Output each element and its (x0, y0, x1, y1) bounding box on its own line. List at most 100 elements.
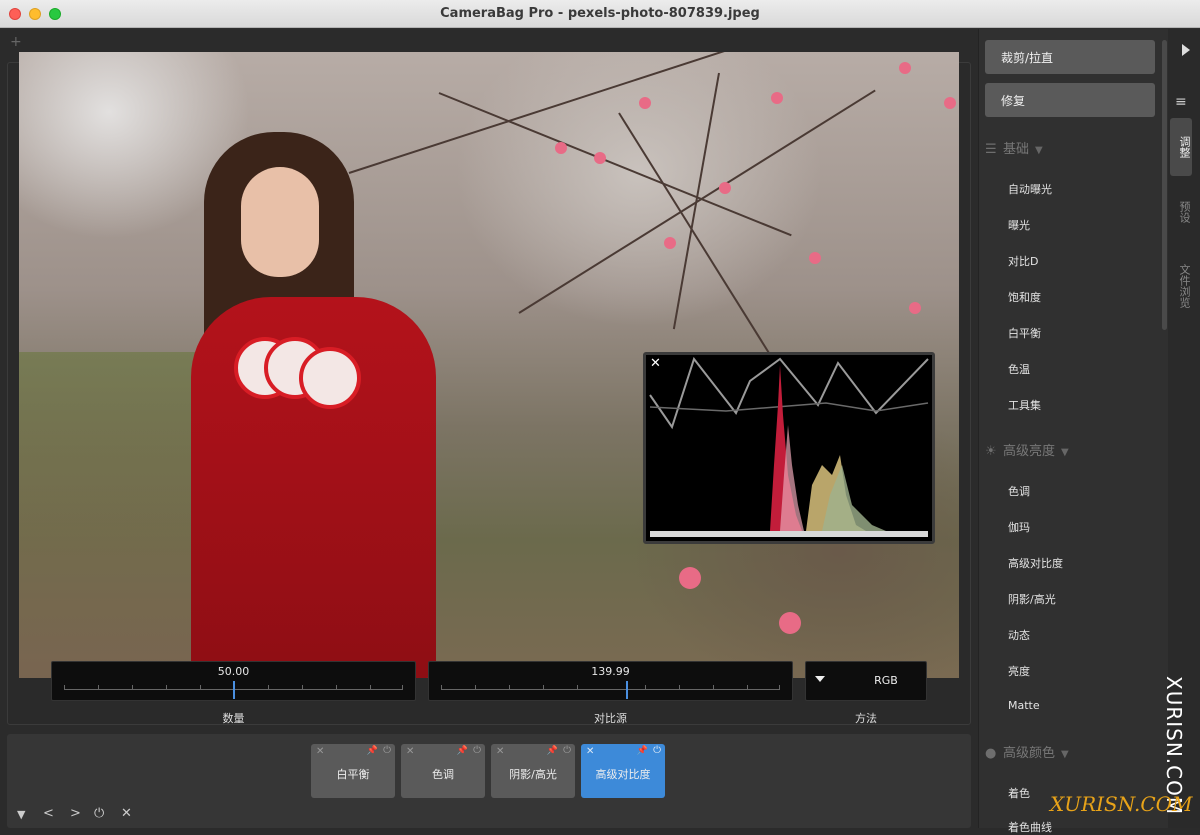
section-title: 基础 (1003, 142, 1030, 157)
palette-icon: ● (985, 746, 997, 761)
method-label: 方法 (855, 712, 877, 725)
chevron-down-icon: ▼ (1061, 447, 1069, 458)
amount-label: 数量 (222, 712, 245, 725)
play-icon[interactable] (1182, 44, 1190, 56)
stack-menu-icon[interactable]: ▼ (17, 808, 25, 821)
slider-tick (679, 685, 680, 690)
tile-pin-icon[interactable]: 📌 (547, 746, 558, 756)
slider-tick (98, 685, 99, 690)
slider-tick (747, 685, 748, 690)
repair-button[interactable]: 修复 (985, 83, 1155, 117)
chevron-down-icon: ▼ (1061, 749, 1069, 760)
tab-adjustments[interactable]: 调整 (1170, 118, 1192, 176)
sidebar-item-auto-exposure[interactable]: 自动曝光 (1008, 181, 1052, 197)
tab-presets[interactable]: 预设 (1170, 192, 1192, 232)
tile-power-icon[interactable]: ⏻ (383, 745, 391, 756)
tile-power-icon[interactable]: ⏻ (473, 745, 481, 756)
sidebar-scrollbar[interactable] (1162, 40, 1167, 330)
tile-pin-icon[interactable]: 📌 (637, 746, 648, 756)
contrast-source-slider[interactable]: 139.99 (428, 661, 793, 701)
tile-remove-icon[interactable]: ✕ (586, 746, 594, 757)
photo-blossom (899, 62, 911, 74)
sidebar-item-shadows-highlights[interactable]: 阴影/高光 (1008, 591, 1056, 607)
section-advanced-color-header[interactable]: ● 高级颜色 ▼ (985, 742, 1069, 761)
slider-tick (200, 685, 201, 690)
menu-icon[interactable]: ≡ (1175, 94, 1187, 110)
photo-branch (438, 92, 792, 237)
tile-tone[interactable]: ✕ 📌 ⏻ 色调 (401, 744, 485, 798)
tile-label: 阴影/高光 (509, 768, 557, 781)
sidebar-item-exposure[interactable]: 曝光 (1008, 217, 1030, 233)
photo-blossom (639, 97, 651, 109)
amount-slider[interactable]: 50.00 (51, 661, 416, 701)
previous-icon[interactable]: < (43, 806, 54, 821)
sidebar-item-tint-curves[interactable]: 着色曲线 (1008, 819, 1052, 835)
slider-tick (713, 685, 714, 690)
slider-tick (268, 685, 269, 690)
sidebar-item-dynamics[interactable]: 动态 (1008, 627, 1030, 643)
section-advanced-brightness-header[interactable]: ☀ 高级亮度 ▼ (985, 440, 1069, 459)
contrast-source-label: 对比源 (594, 712, 627, 725)
histogram-graph (649, 356, 929, 537)
method-dropdown[interactable]: RGB (805, 661, 927, 701)
add-tab-button[interactable]: + (10, 34, 22, 50)
sidebar-item-white-balance[interactable]: 白平衡 (1008, 325, 1041, 341)
window-title: CameraBag Pro - pexels-photo-807839.jpeg (440, 6, 760, 21)
photo-branch (348, 52, 749, 174)
tab-file-browser[interactable]: 文件浏览 (1170, 256, 1192, 316)
tile-label: 色调 (432, 768, 454, 781)
slider-tick (370, 685, 371, 690)
toggle-power-icon[interactable]: ⏻ (94, 806, 104, 821)
sidebar-item-tint[interactable]: 着色 (1008, 785, 1030, 801)
sidebar-item-matte[interactable]: Matte (1008, 699, 1040, 712)
tile-advanced-contrast[interactable]: ✕ 📌 ⏻ 高级对比度 (581, 744, 665, 798)
section-basic-header[interactable]: ☰ 基础 ▼ (985, 138, 1043, 157)
sidebar-item-contrast[interactable]: 对比D (1008, 253, 1038, 269)
sidebar-item-color-temp[interactable]: 色温 (1008, 361, 1030, 377)
photo-blossom (771, 92, 783, 104)
adjustments-sidebar: 裁剪/拉直 修复 ☰ 基础 ▼ 自动曝光 曝光 对比D 饱和度 白平衡 色温 工具集… (978, 29, 1168, 834)
tile-remove-icon[interactable]: ✕ (496, 746, 504, 757)
histogram-close-icon[interactable]: ✕ (650, 357, 661, 370)
photo-blossom (944, 97, 956, 109)
slider-tick (302, 685, 303, 690)
sidebar-item-toolset[interactable]: 工具集 (1008, 397, 1041, 413)
slider-tick (336, 685, 337, 690)
tile-shadows-highlights[interactable]: ✕ 📌 ⏻ 阴影/高光 (491, 744, 575, 798)
next-icon[interactable]: > (70, 806, 81, 821)
slider-tick (64, 685, 65, 690)
tile-power-icon[interactable]: ⏻ (563, 745, 571, 756)
photo-blossom (594, 152, 606, 164)
tile-remove-icon[interactable]: ✕ (406, 746, 414, 757)
dropdown-arrow-icon (815, 676, 825, 682)
sidebar-item-gamma[interactable]: 伽玛 (1008, 519, 1030, 535)
slider-tick (577, 685, 578, 690)
tile-pin-icon[interactable]: 📌 (367, 746, 378, 756)
sidebar-item-advanced-contrast[interactable]: 高级对比度 (1008, 555, 1063, 571)
tile-label: 白平衡 (336, 768, 370, 781)
histogram-panel[interactable]: ✕ (643, 352, 935, 544)
photo-branch (672, 72, 720, 330)
contrast-source-slider-track (441, 689, 780, 690)
sidebar-item-saturation[interactable]: 饱和度 (1008, 289, 1041, 305)
app-window: CameraBag Pro - pexels-photo-807839.jpeg… (0, 0, 1200, 834)
contrast-source-slider-thumb[interactable] (626, 681, 628, 699)
crop-straighten-button[interactable]: 裁剪/拉直 (985, 40, 1155, 74)
sidebar-item-tone[interactable]: 色调 (1008, 483, 1030, 499)
photo-blossom (555, 142, 567, 154)
tile-remove-icon[interactable]: ✕ (316, 746, 324, 757)
photo-subject-face (241, 167, 319, 277)
slider-tick (402, 685, 403, 690)
amount-slider-thumb[interactable] (233, 681, 235, 699)
slider-tick (509, 685, 510, 690)
clear-icon[interactable]: ✕ (121, 806, 132, 821)
tile-power-icon[interactable]: ⏻ (653, 745, 661, 756)
sidebar-item-brightness[interactable]: 亮度 (1008, 663, 1030, 679)
tile-pin-icon[interactable]: 📌 (457, 746, 468, 756)
section-title: 高级亮度 (1003, 444, 1056, 459)
slider-tick (166, 685, 167, 690)
tile-white-balance[interactable]: ✕ 📌 ⏻ 白平衡 (311, 744, 395, 798)
photo-blossom (719, 182, 731, 194)
chevron-down-icon: ▼ (1035, 145, 1043, 156)
watermark-corner: XURISN.COM (1050, 792, 1193, 816)
